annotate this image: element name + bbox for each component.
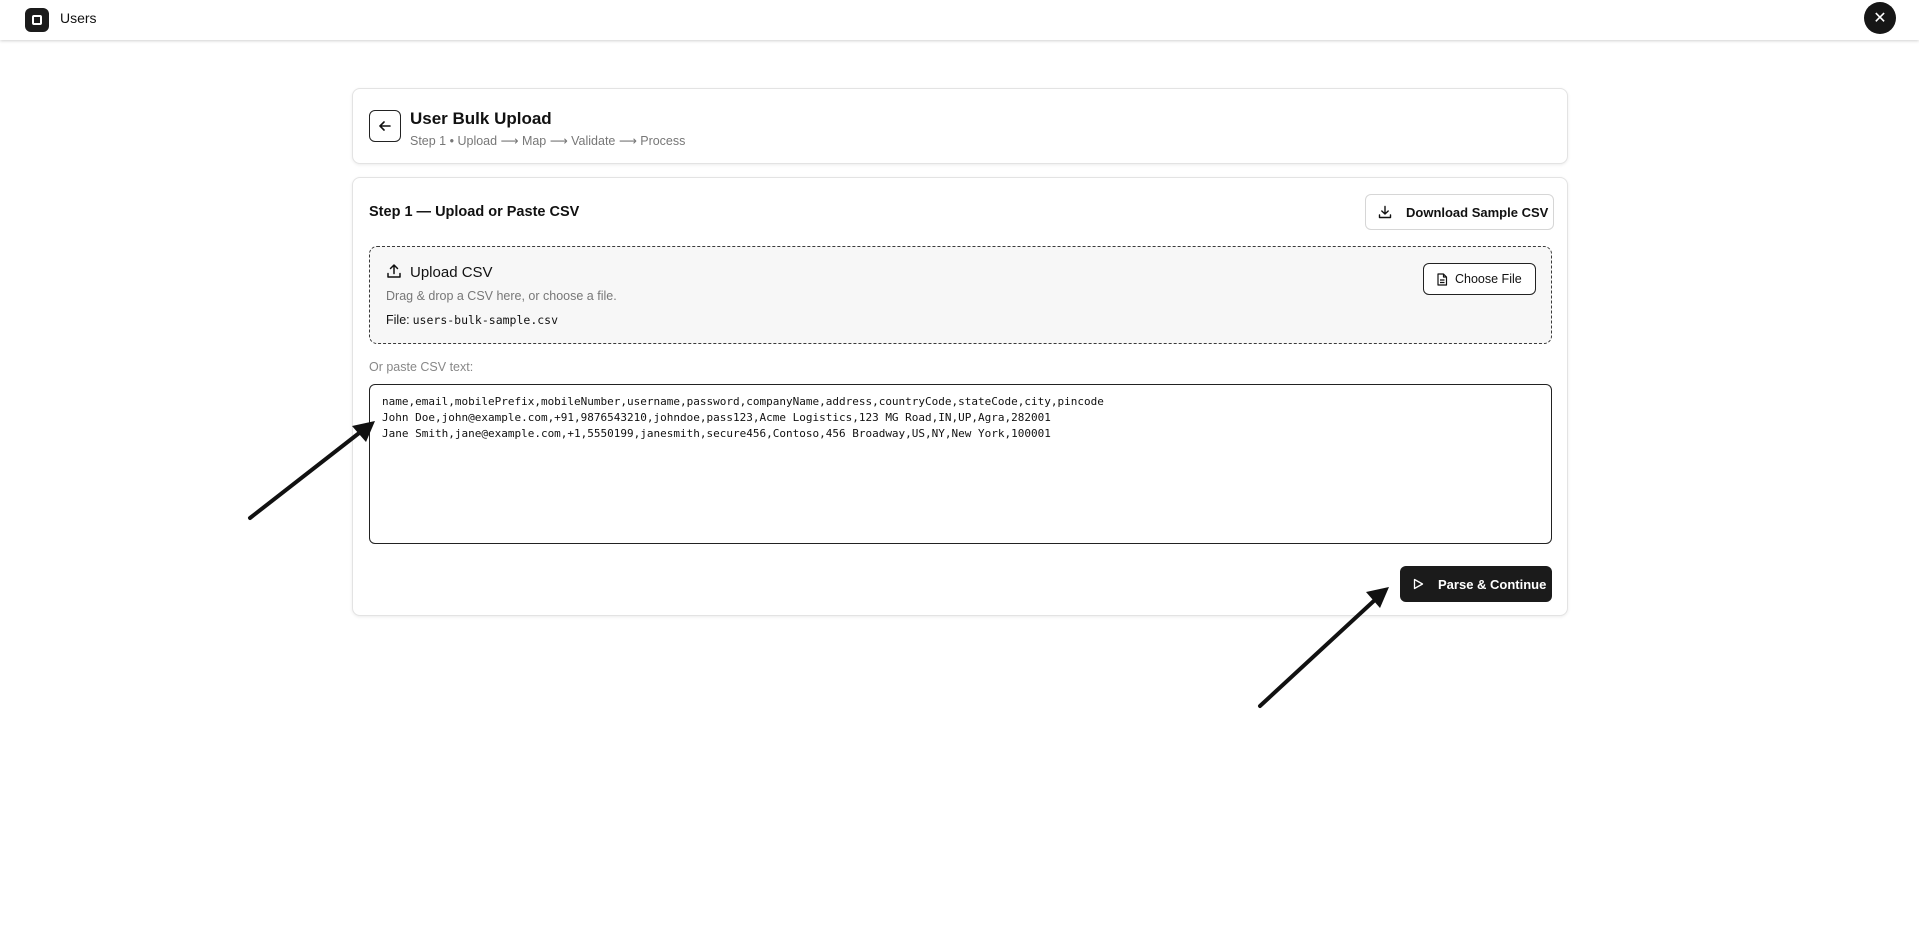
- upload-card: Step 1 — Upload or Paste CSV Download Sa…: [352, 177, 1568, 616]
- upload-icon: [387, 264, 401, 278]
- parse-continue-label: Parse & Continue: [1438, 576, 1547, 592]
- file-label: File:: [386, 313, 410, 327]
- dropzone-description: Drag & drop a CSV here, or choose a file…: [386, 289, 617, 303]
- header-card: User Bulk Upload Step 1 • Upload ⟶ Map ⟶…: [352, 88, 1568, 164]
- back-button[interactable]: [369, 110, 401, 142]
- step-breadcrumb: Step 1 • Upload ⟶ Map ⟶ Validate ⟶ Proce…: [410, 134, 686, 148]
- top-bar: Users ✕: [0, 0, 1919, 40]
- csv-dropzone[interactable]: Upload CSV Drag & drop a CSV here, or ch…: [369, 246, 1552, 344]
- download-icon: [1378, 205, 1392, 219]
- close-button[interactable]: ✕: [1864, 2, 1896, 34]
- play-icon: [1413, 578, 1424, 590]
- file-icon: [1437, 272, 1448, 286]
- app-square-icon: [25, 8, 49, 32]
- page-title: User Bulk Upload: [410, 109, 552, 128]
- app-title: Users: [60, 10, 97, 26]
- download-sample-label: Download Sample CSV: [1406, 204, 1549, 220]
- choose-file-label: Choose File: [1455, 272, 1522, 286]
- arrow-left-icon: [379, 121, 391, 131]
- step-title: Step 1 — Upload or Paste CSV: [369, 204, 580, 220]
- selected-file: File: users-bulk-sample.csv: [386, 313, 558, 327]
- paste-csv-label: Or paste CSV text:: [369, 360, 474, 374]
- parse-continue-button[interactable]: Parse & Continue: [1400, 566, 1552, 602]
- choose-file-button[interactable]: Choose File: [1423, 263, 1536, 295]
- download-sample-button[interactable]: Download Sample CSV: [1365, 194, 1554, 230]
- dropzone-title: Upload CSV: [410, 264, 493, 281]
- file-name: users-bulk-sample.csv: [412, 313, 559, 327]
- csv-textarea[interactable]: name,email,mobilePrefix,mobileNumber,use…: [369, 384, 1552, 544]
- close-icon: ✕: [1873, 10, 1887, 27]
